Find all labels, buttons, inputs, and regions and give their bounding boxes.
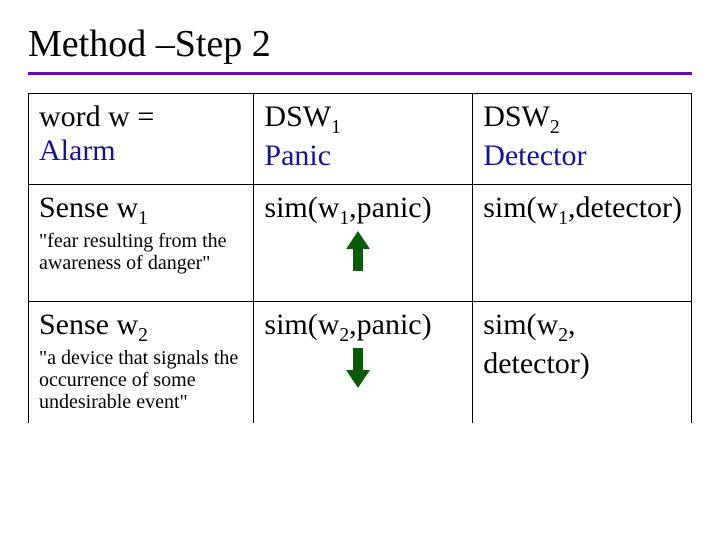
- sim12-b: ,detector): [568, 191, 682, 224]
- sense1-sub: 1: [138, 208, 148, 229]
- cell-sim-w1-panic: sim(w1,panic): [254, 184, 473, 301]
- sim11-sub: 1: [339, 208, 349, 229]
- table-row: Sense w1 "fear resulting from the awaren…: [29, 184, 692, 301]
- sense2-gloss: "a device that signals the occurrence of…: [39, 347, 243, 413]
- dsw2-prefix: DSW: [483, 100, 550, 133]
- dsw1-prefix: DSW: [264, 100, 331, 133]
- dsw1-sub: 1: [331, 117, 341, 138]
- table-row: word w = Alarm DSW1 Panic DSW2 Detector: [29, 93, 692, 184]
- table-row: Sense w2 "a device that signals the occu…: [29, 301, 692, 423]
- sense2-prefix: Sense w: [39, 308, 138, 341]
- sim21-b: ,panic): [349, 308, 431, 341]
- cell-sense1: Sense w1 "fear resulting from the awaren…: [29, 184, 254, 301]
- sense1-gloss: "fear resulting from the awareness of da…: [39, 230, 243, 274]
- sim12-sub: 1: [558, 208, 568, 229]
- word-label: word w =: [39, 100, 154, 133]
- dsw2-value: Detector: [483, 139, 586, 172]
- sim22-sub: 2: [558, 325, 568, 346]
- slide: Method –Step 2 word w = Alarm DSW1 Panic…: [0, 0, 720, 540]
- word-value: Alarm: [39, 134, 116, 167]
- arrow-up-icon: [344, 229, 372, 273]
- dsw1-value: Panic: [264, 139, 331, 172]
- cell-sense2: Sense w2 "a device that signals the occu…: [29, 301, 254, 423]
- sim11-b: ,panic): [349, 191, 431, 224]
- sim12-a: sim(w: [483, 191, 558, 224]
- slide-title: Method –Step 2: [28, 24, 692, 66]
- cell-sim-w1-detector: sim(w1,detector): [473, 184, 692, 301]
- dsw2-sub: 2: [550, 117, 560, 138]
- sense2-sub: 2: [138, 325, 148, 346]
- sim21-sub: 2: [339, 325, 349, 346]
- method-table: word w = Alarm DSW1 Panic DSW2 Detector …: [28, 93, 692, 423]
- sim21-a: sim(w: [264, 308, 339, 341]
- cell-dsw1: DSW1 Panic: [254, 93, 473, 184]
- cell-word: word w = Alarm: [29, 93, 254, 184]
- title-underline: [28, 72, 692, 75]
- sim11-a: sim(w: [264, 191, 339, 224]
- cell-sim-w2-detector: sim(w2, detector): [473, 301, 692, 423]
- sim22-a: sim(w: [483, 308, 558, 341]
- cell-dsw2: DSW2 Detector: [473, 93, 692, 184]
- arrow-down-icon: [344, 346, 372, 390]
- cell-sim-w2-panic: sim(w2,panic): [254, 301, 473, 423]
- sense1-prefix: Sense w: [39, 191, 138, 224]
